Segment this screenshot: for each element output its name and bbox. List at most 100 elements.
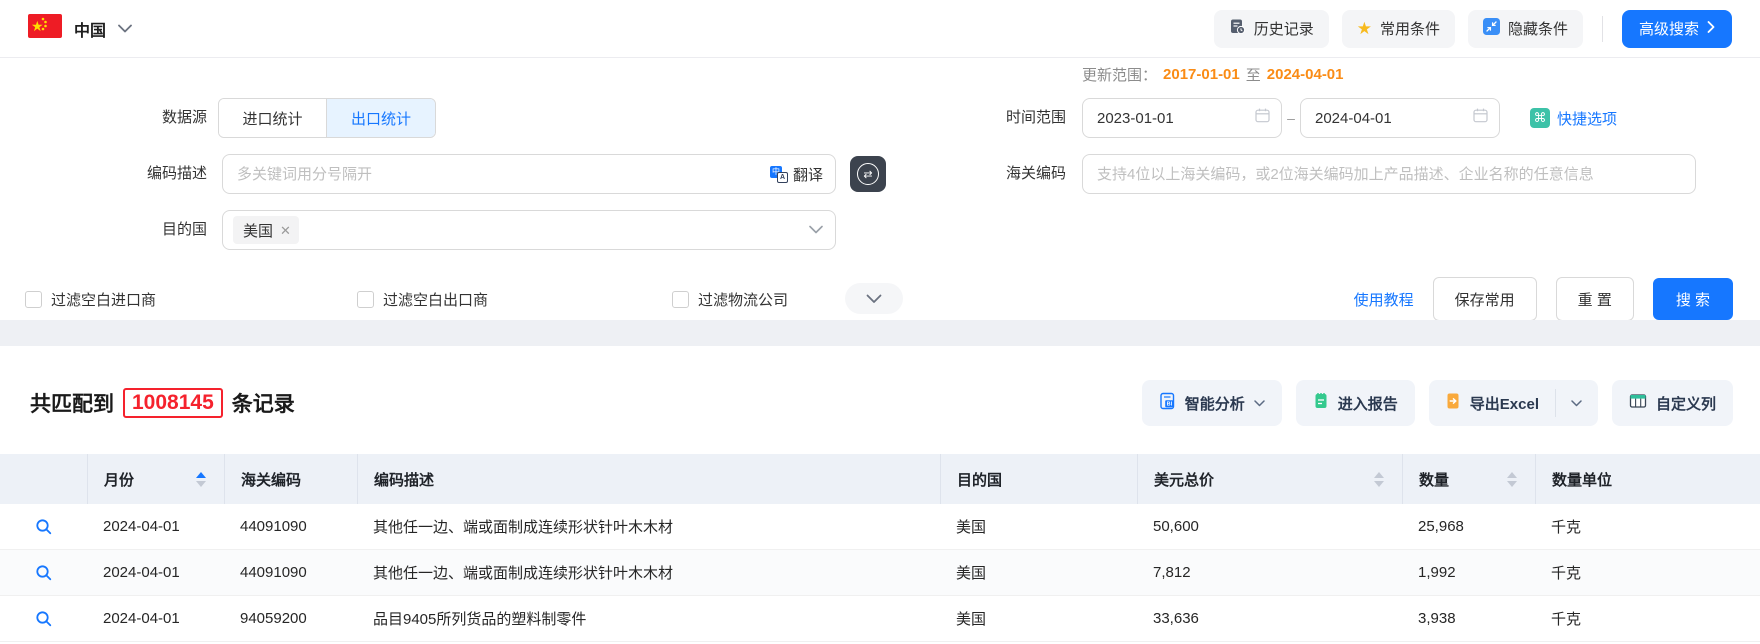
export-excel-button[interactable]: 导出Excel	[1429, 380, 1555, 426]
chevron-down-icon	[1254, 399, 1265, 406]
record-count: 1008145	[123, 388, 223, 418]
tutorial-link[interactable]: 使用教程	[1354, 289, 1414, 310]
reset-button[interactable]: 重 置	[1555, 277, 1634, 321]
update-range-joiner: 至	[1245, 67, 1261, 84]
update-range-label: 更新范围：	[1082, 67, 1158, 84]
advanced-search-button[interactable]: 高级搜索	[1621, 9, 1732, 48]
date-from-input[interactable]	[1082, 98, 1282, 138]
trade-data-search-page: ★ 中国 历史记录 ★ 常用条件 隐藏条件 高级搜索 更新范围： 2017-01…	[0, 0, 1760, 644]
hs-code-input[interactable]	[1095, 164, 1683, 184]
cell-hs-code: 44091090	[240, 518, 307, 535]
cell-quantity: 25,968	[1418, 518, 1464, 535]
destination-select[interactable]: 美国 ✕	[222, 210, 836, 250]
swap-icon: ⇄	[857, 163, 879, 185]
cell-description: 其他任一边、端或面制成连续形状针叶木木材	[373, 565, 674, 582]
date-to-value[interactable]	[1313, 108, 1472, 128]
checkbox-filter-blank-importer[interactable]: 过滤空白进口商	[25, 278, 156, 320]
chevron-down-icon	[118, 20, 132, 38]
cell-usd-total: 33,636	[1153, 610, 1199, 627]
date-from-value[interactable]	[1095, 108, 1254, 128]
header-usd-total[interactable]: 美元总价	[1137, 454, 1402, 504]
custom-columns-button[interactable]: 自定义列	[1611, 380, 1733, 426]
checkbox-icon[interactable]	[672, 290, 689, 308]
enter-report-button[interactable]: 进入报告	[1295, 380, 1415, 426]
favorites-button[interactable]: ★ 常用条件	[1341, 9, 1455, 48]
search-button[interactable]: 搜 索	[1652, 278, 1733, 320]
update-range-note: 更新范围： 2017-01-01 至 2024-04-01	[1082, 64, 1344, 85]
favorites-label: 常用条件	[1379, 21, 1440, 38]
header-usd-total-label: 美元总价	[1154, 471, 1215, 489]
header-month[interactable]: 月份	[87, 454, 224, 504]
header-quantity[interactable]: 数量	[1402, 454, 1535, 504]
sort-control[interactable]	[1507, 471, 1517, 487]
custom-columns-icon	[1629, 393, 1647, 413]
topbar-actions: 历史记录 ★ 常用条件 隐藏条件 高级搜索	[1213, 9, 1732, 48]
checkbox-label: 过滤物流公司	[698, 291, 789, 309]
smart-analysis-button[interactable]: BI 智能分析	[1141, 380, 1282, 426]
tab-export-stats[interactable]: 出口统计	[327, 99, 435, 137]
country-label: 中国	[74, 22, 107, 40]
cell-month: 2024-04-01	[103, 518, 180, 535]
collapse-form-button[interactable]	[845, 283, 903, 314]
tag-close-icon[interactable]: ✕	[280, 224, 291, 237]
advanced-search-label: 高级搜索	[1638, 21, 1699, 38]
results-toolbar: BI 智能分析 进入报告 导出Excel 自定义列	[1141, 380, 1733, 426]
cell-destination: 美国	[956, 611, 987, 628]
command-icon: ⌘	[1530, 108, 1550, 128]
swap-button[interactable]: ⇄	[850, 156, 886, 192]
export-excel-label: 导出Excel	[1469, 395, 1539, 413]
calendar-icon	[1254, 107, 1271, 129]
filter-actions: 使用教程 保存常用 重 置 搜 索	[1354, 277, 1733, 321]
topbar-divider	[1601, 15, 1603, 42]
magnifier-icon	[35, 564, 51, 580]
hide-conditions-label: 隐藏条件	[1507, 21, 1568, 38]
row-detail-button[interactable]	[0, 504, 87, 549]
cell-description: 品目9405所列货品的塑料制零件	[373, 611, 587, 628]
summary-prefix: 共匹配到	[30, 393, 114, 416]
sort-control[interactable]	[1374, 471, 1384, 487]
country-selector[interactable]: ★ 中国	[28, 14, 132, 43]
hs-code-field	[1082, 154, 1696, 194]
quick-options-label: 快捷选项	[1557, 110, 1618, 128]
checkbox-label: 过滤空白进口商	[51, 291, 157, 309]
checkbox-filter-logistics[interactable]: 过滤物流公司	[672, 278, 788, 320]
cell-destination: 美国	[956, 565, 987, 582]
header-hs-code: 海关编码	[224, 454, 357, 504]
hide-conditions-button[interactable]: 隐藏条件	[1467, 9, 1583, 48]
svg-text:★: ★	[31, 18, 44, 34]
history-button[interactable]: 历史记录	[1213, 9, 1329, 48]
code-desc-field: 中A 翻译	[222, 154, 836, 194]
update-range-to: 2024-04-01	[1266, 66, 1344, 83]
history-icon	[1229, 18, 1246, 39]
sort-control[interactable]	[196, 471, 206, 487]
checkbox-filter-blank-exporter[interactable]: 过滤空白出口商	[357, 278, 488, 320]
cell-month: 2024-04-01	[103, 610, 180, 627]
report-icon	[1313, 392, 1329, 414]
tab-import-stats[interactable]: 进口统计	[219, 99, 327, 137]
svg-text:BI: BI	[1166, 402, 1172, 408]
history-label: 历史记录	[1253, 21, 1314, 38]
row-detail-button[interactable]	[0, 550, 87, 595]
date-to-input[interactable]	[1300, 98, 1500, 138]
match-summary: 共匹配到 1008145 条记录	[30, 388, 295, 418]
quick-options-link[interactable]: ⌘ 快捷选项	[1530, 98, 1617, 138]
table-row: 2024-04-01 44091090 其他任一边、端或面制成连续形状针叶木木材…	[0, 550, 1760, 596]
export-options-dropdown[interactable]	[1556, 380, 1598, 426]
header-destination: 目的国	[940, 454, 1137, 504]
save-favorite-button[interactable]: 保存常用	[1432, 277, 1537, 321]
export-excel-button-group: 导出Excel	[1428, 380, 1598, 426]
cell-usd-total: 7,812	[1153, 564, 1191, 581]
cell-unit: 千克	[1551, 611, 1582, 628]
cell-destination: 美国	[956, 519, 987, 536]
header-description: 编码描述	[357, 454, 940, 504]
row-detail-button[interactable]	[0, 596, 87, 641]
header-unit: 数量单位	[1535, 454, 1760, 504]
checkbox-icon[interactable]	[357, 290, 374, 308]
table-header-row: 月份 海关编码 编码描述 目的国 美元总价 数量 数量单位	[0, 454, 1760, 504]
results-header: 共匹配到 1008145 条记录 BI 智能分析 进入报告 导出Excel 自定…	[30, 380, 1733, 426]
translate-button[interactable]: 中A 翻译	[769, 164, 823, 185]
checkbox-icon[interactable]	[25, 290, 42, 308]
checkbox-label: 过滤空白出口商	[383, 291, 489, 309]
code-desc-input[interactable]	[235, 164, 770, 184]
enter-report-label: 进入报告	[1337, 395, 1398, 413]
